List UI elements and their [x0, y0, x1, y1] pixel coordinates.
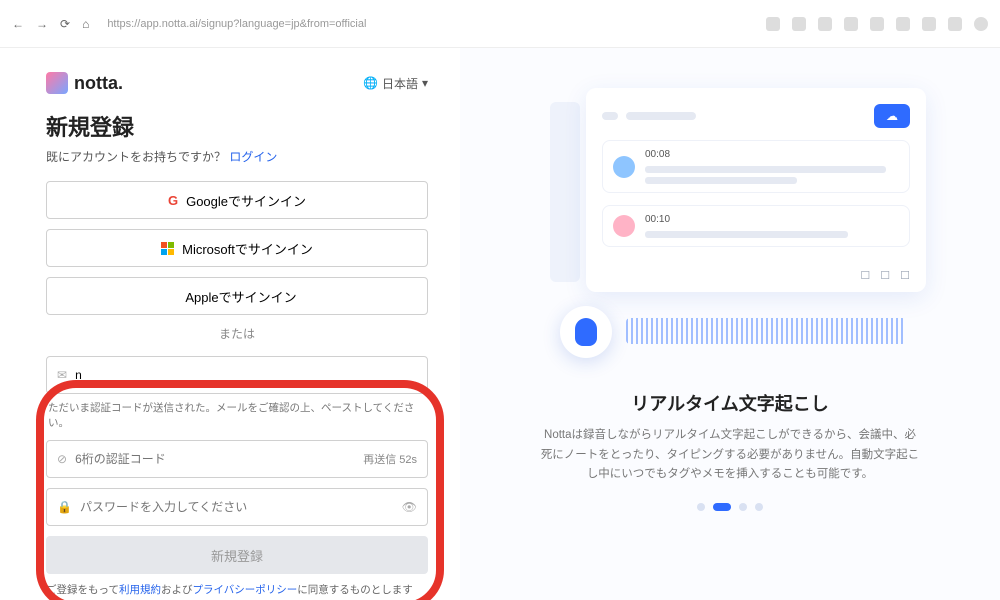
promo-body: Nottaは録音しながらリアルタイム文字起こしができるから、会議中、必死にノート…: [540, 426, 920, 485]
language-selector[interactable]: 🌐 日本語 ▾: [363, 75, 428, 92]
email-field[interactable]: ✉: [46, 356, 428, 394]
waveform: [626, 318, 906, 344]
logo-icon: [46, 72, 68, 94]
avatar-icon: [613, 215, 635, 237]
promo-heading: リアルタイム文字起こし: [631, 390, 828, 416]
carousel-dot[interactable]: [697, 503, 705, 511]
ext-icon[interactable]: [948, 17, 962, 31]
email-input[interactable]: [75, 368, 417, 382]
lock-icon: 🔒: [57, 500, 72, 514]
resend-code-button[interactable]: 再送信 52s: [363, 451, 417, 467]
extension-tray: [766, 17, 988, 31]
microsoft-icon: [161, 242, 174, 255]
bookmark-icon: ☐: [860, 269, 870, 282]
signup-submit-button[interactable]: 新規登録: [46, 536, 428, 574]
login-link[interactable]: ログイン: [229, 150, 277, 164]
ext-icon[interactable]: [922, 17, 936, 31]
ext-icon[interactable]: [792, 17, 806, 31]
home-icon[interactable]: ⌂: [82, 17, 89, 31]
ext-icon[interactable]: [896, 17, 910, 31]
carousel-dot-active[interactable]: [713, 503, 731, 511]
timestamp: 00:08: [645, 149, 899, 160]
reload-icon[interactable]: ⟳: [60, 17, 70, 31]
image-icon: ☐: [880, 269, 890, 282]
password-field[interactable]: 🔒 👁: [46, 488, 428, 526]
transcript-message: 00:08: [602, 140, 910, 193]
mail-icon: ✉: [57, 368, 67, 382]
ext-icon[interactable]: [766, 17, 780, 31]
address-bar[interactable]: https://app.notta.ai/signup?language=jp&…: [107, 18, 366, 30]
apple-signin-button[interactable]: Appleでサインイン: [46, 277, 428, 315]
globe-icon: 🌐: [363, 76, 378, 90]
cloud-upload-icon: ☁: [874, 104, 910, 128]
tos-link[interactable]: 利用規約: [119, 584, 161, 596]
browser-chrome: ← → ⟳ ⌂ https://app.notta.ai/signup?lang…: [0, 0, 1000, 48]
ext-icon[interactable]: [870, 17, 884, 31]
google-icon: G: [168, 193, 178, 208]
password-input[interactable]: [80, 500, 394, 514]
terms-text: ご登録をもって利用規約およびプライバシーポリシーに同意するものとします: [46, 582, 428, 597]
shield-check-icon: ⊘: [57, 452, 67, 466]
promo-illustration: ☁ 00:08 00:10: [520, 88, 940, 348]
ext-icon[interactable]: [844, 17, 858, 31]
timestamp: 00:10: [645, 214, 899, 225]
microsoft-signin-button[interactable]: Microsoftでサインイン: [46, 229, 428, 267]
code-sent-hint: ただいま認証コードが送信された。メールをご確認の上、ペーストしてください。: [48, 400, 428, 430]
carousel-dots[interactable]: [697, 503, 763, 511]
forward-icon[interactable]: →: [36, 17, 48, 31]
eye-off-icon[interactable]: 👁: [402, 500, 417, 514]
privacy-link[interactable]: プライバシーポリシー: [192, 584, 297, 596]
carousel-dot[interactable]: [755, 503, 763, 511]
login-prompt: 既にアカウントをお持ちですか？ ログイン: [46, 148, 428, 165]
avatar-icon: [613, 156, 635, 178]
ext-icon[interactable]: [818, 17, 832, 31]
carousel-dot[interactable]: [739, 503, 747, 511]
page-title: 新規登録: [46, 110, 428, 142]
logo: notta.: [46, 72, 123, 94]
profile-avatar-icon[interactable]: [974, 17, 988, 31]
clip-icon: ☐: [900, 269, 910, 282]
verification-code-field[interactable]: ⊘ 再送信 52s: [46, 440, 428, 478]
separator-or: または: [46, 325, 428, 342]
google-signin-button[interactable]: G Googleでサインイン: [46, 181, 428, 219]
microphone-icon: [560, 306, 612, 358]
verification-code-input[interactable]: [75, 452, 355, 466]
back-icon[interactable]: ←: [12, 17, 24, 31]
chevron-down-icon: ▾: [422, 76, 428, 90]
transcript-message: 00:10: [602, 205, 910, 247]
logo-text: notta.: [74, 73, 123, 94]
